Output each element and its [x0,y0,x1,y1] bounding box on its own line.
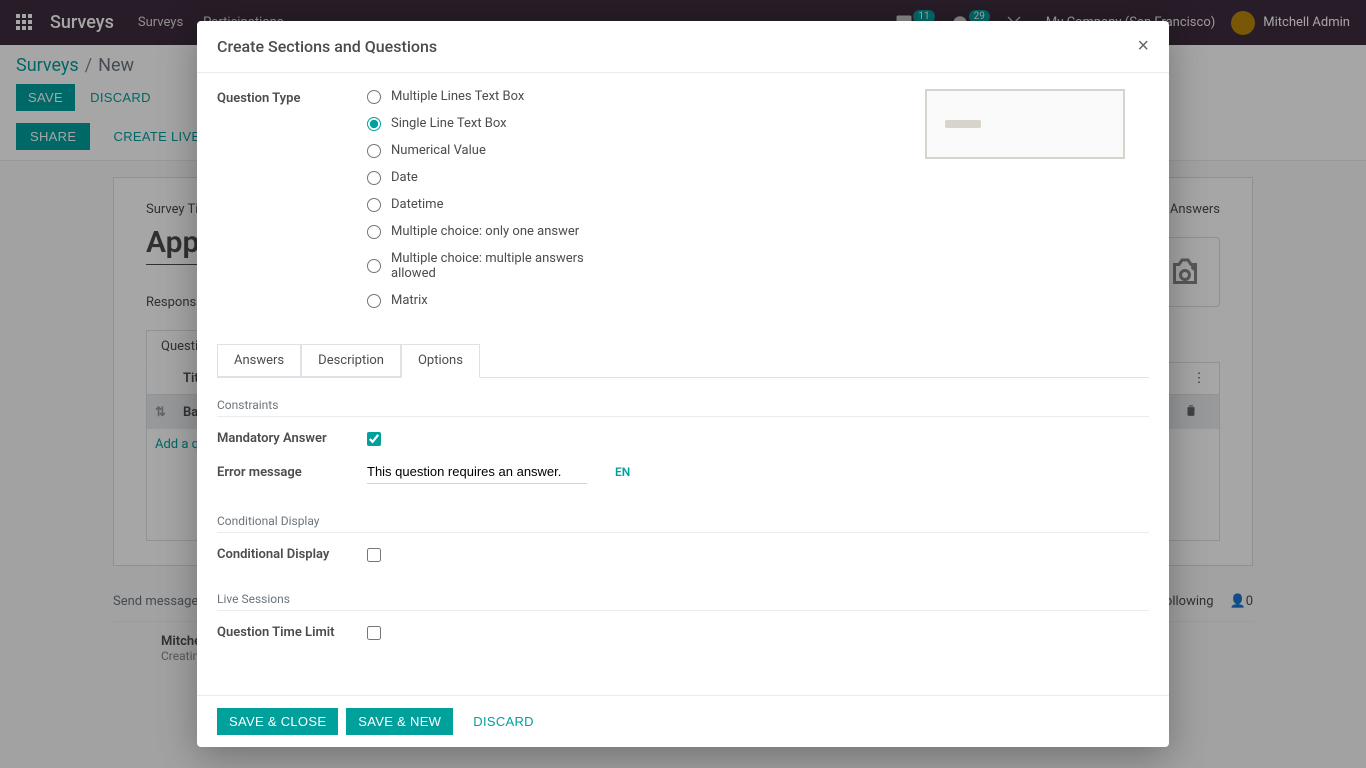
save-close-button[interactable]: Save & Close [217,708,338,735]
radio-label[interactable]: Single Line Text Box [391,116,507,131]
radio-label[interactable]: Date [391,170,418,185]
radio-label[interactable]: Multiple choice: only one answer [391,224,579,239]
tab-description[interactable]: Description [301,344,401,377]
modal-title: Create Sections and Questions [217,37,1137,56]
conditional-label: Conditional Display [217,547,367,562]
section-conditional: Conditional Display [217,514,1149,532]
mandatory-checkbox[interactable] [367,432,381,446]
radio-date[interactable] [367,171,381,185]
section-constraints: Constraints [217,398,1149,416]
mandatory-label: Mandatory Answer [217,431,367,446]
error-message-input[interactable] [367,460,587,484]
radio-single-line[interactable] [367,117,381,131]
modal-discard-button[interactable]: Discard [461,708,546,735]
question-type-preview [925,89,1125,159]
save-new-button[interactable]: Save & New [346,708,453,735]
radio-mc-one[interactable] [367,225,381,239]
qtime-label: Question Time Limit [217,625,367,640]
radio-label[interactable]: Multiple Lines Text Box [391,89,524,104]
error-message-label: Error message [217,465,367,480]
question-type-label: Question Type [217,89,367,106]
conditional-checkbox[interactable] [367,548,381,562]
radio-label[interactable]: Matrix [391,293,428,308]
radio-label[interactable]: Multiple choice: multiple answers allowe… [391,251,591,281]
radio-label[interactable]: Datetime [391,197,443,212]
radio-mc-multi[interactable] [367,259,381,273]
language-button[interactable]: EN [615,465,630,479]
qtime-checkbox[interactable] [367,626,381,640]
radio-numerical[interactable] [367,144,381,158]
modal-dialog: Create Sections and Questions × Question… [197,21,1169,747]
radio-label[interactable]: Numerical Value [391,143,486,158]
tab-options[interactable]: Options [401,344,480,378]
section-live: Live Sessions [217,592,1149,610]
radio-matrix[interactable] [367,294,381,308]
radio-datetime[interactable] [367,198,381,212]
tab-answers[interactable]: Answers [217,344,301,377]
close-icon[interactable]: × [1137,35,1149,58]
radio-multiple-lines[interactable] [367,90,381,104]
